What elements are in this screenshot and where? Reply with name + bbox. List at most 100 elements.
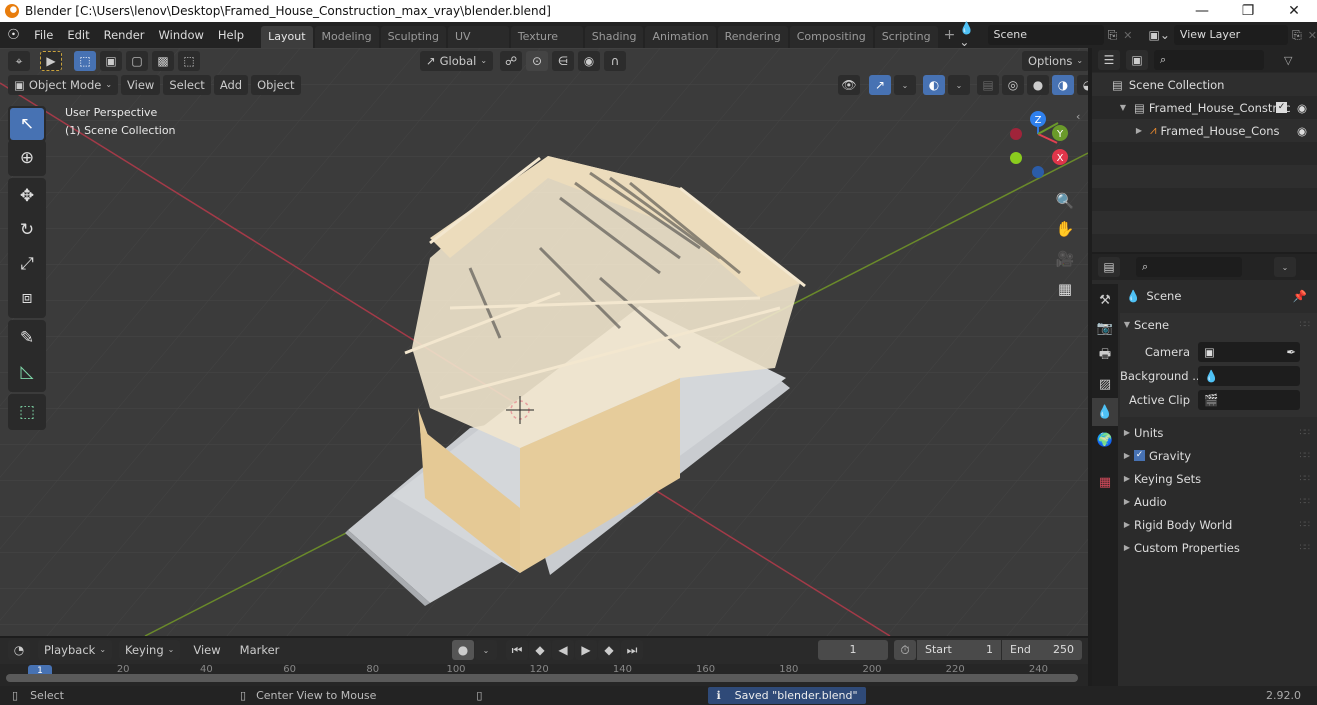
- transform-orientation-dropdown[interactable]: ↗ Global ⌄: [420, 51, 494, 71]
- view-layer-field[interactable]: View Layer: [1173, 25, 1289, 45]
- close-button[interactable]: ✕: [1271, 0, 1317, 22]
- tab-output[interactable]: 🖶: [1092, 342, 1118, 370]
- marker-menu[interactable]: Marker: [234, 640, 286, 660]
- solid-shading-icon[interactable]: ●: [1027, 75, 1049, 95]
- overlays-toggle-icon[interactable]: ◐: [923, 75, 945, 95]
- viewport-menu-add[interactable]: Add: [213, 75, 249, 95]
- snap-toggle-icon[interactable]: ⊙: [526, 51, 549, 71]
- new-scene-icon[interactable]: ⎘: [1108, 28, 1118, 43]
- overlays-dropdown-icon[interactable]: ⌄: [948, 75, 970, 95]
- options-dropdown[interactable]: Options ⌄: [1022, 51, 1088, 71]
- select-mode-intersect-icon[interactable]: ⬚: [178, 51, 200, 71]
- tab-shading[interactable]: Shading: [584, 26, 644, 48]
- select-box-tool[interactable]: ↖: [10, 108, 44, 140]
- display-mode-icon[interactable]: ▣: [1126, 50, 1148, 70]
- tab-render[interactable]: 📷: [1092, 314, 1118, 342]
- tab-layout[interactable]: Layout: [261, 26, 313, 48]
- minimize-button[interactable]: —: [1179, 0, 1225, 22]
- viewport-menu-object[interactable]: Object: [251, 75, 301, 95]
- gizmo-dropdown-icon[interactable]: ⌄: [894, 75, 916, 95]
- xray-toggle-icon[interactable]: ▤: [977, 75, 999, 95]
- view-layer-icon[interactable]: ▣⌄: [1149, 28, 1170, 42]
- current-frame-field[interactable]: 1: [818, 640, 888, 660]
- end-frame-field[interactable]: End 250: [1002, 640, 1082, 660]
- viewport-menu-select[interactable]: Select: [163, 75, 211, 95]
- section-custom-properties[interactable]: ▶ Custom Properties ∷∷: [1120, 536, 1317, 559]
- properties-options-dropdown[interactable]: ⌄: [1274, 257, 1296, 277]
- gravity-checkbox[interactable]: ✓: [1134, 450, 1145, 461]
- rotate-tool[interactable]: ↻: [10, 214, 44, 246]
- blender-menu-icon[interactable]: ☉: [0, 27, 27, 43]
- eye-icon[interactable]: ◉: [1297, 101, 1307, 115]
- editor-type-icon[interactable]: ⌖: [8, 51, 30, 71]
- move-tool[interactable]: ✥: [10, 180, 44, 212]
- menu-edit[interactable]: Edit: [60, 22, 96, 48]
- tab-tool[interactable]: ⚒: [1092, 286, 1118, 314]
- start-frame-field[interactable]: Start 1: [917, 640, 1001, 660]
- exclude-checkbox[interactable]: ✓: [1276, 102, 1287, 113]
- tab-texture-paint[interactable]: Texture Paint: [510, 26, 583, 65]
- active-tool-icon[interactable]: ▶: [40, 51, 62, 71]
- visibility-icon[interactable]: 👁: [838, 75, 860, 95]
- expand-triangle-icon[interactable]: ▶: [1132, 126, 1146, 135]
- outliner-row-scene-collection[interactable]: ▤ Scene Collection: [1092, 73, 1317, 96]
- outliner-search-input[interactable]: ⌕: [1154, 50, 1264, 70]
- timeline-scrollbar[interactable]: [6, 674, 1078, 682]
- expand-triangle-icon[interactable]: ▼: [1116, 103, 1130, 112]
- 3d-viewport[interactable]: Z Y X ⌖ ▶ ⬚ ▣ ▢ ▩ ⬚ ↗ Global ⌄ ☍ ⊙ ⋳ ◉ ∩ O…: [0, 48, 1088, 636]
- tab-sculpting[interactable]: Sculpting: [380, 26, 446, 48]
- select-mode-set-icon[interactable]: ⬚: [74, 51, 96, 71]
- tab-world[interactable]: 🌍: [1092, 426, 1118, 454]
- falloff-icon[interactable]: ∩: [604, 51, 627, 71]
- outliner-editor-type-icon[interactable]: ☰: [1098, 50, 1120, 70]
- play-icon[interactable]: ▶: [575, 640, 597, 660]
- play-reverse-icon[interactable]: ◀: [552, 640, 574, 660]
- timeline-view-menu[interactable]: View: [187, 640, 226, 660]
- ortho-toggle-button[interactable]: ▦: [1052, 276, 1078, 302]
- new-view-layer-icon[interactable]: ⎘: [1292, 28, 1302, 43]
- eye-icon[interactable]: ◉: [1297, 124, 1307, 138]
- tab-view-layer[interactable]: ▨: [1092, 370, 1118, 398]
- scale-tool[interactable]: ⤢: [10, 248, 44, 280]
- camera-field[interactable]: ▣ ✒: [1198, 341, 1300, 362]
- select-mode-extend-icon[interactable]: ▣: [100, 51, 122, 71]
- rendered-shading-icon[interactable]: ◒: [1077, 75, 1088, 95]
- keying-menu[interactable]: Keying ⌄: [119, 640, 181, 660]
- tab-compositing[interactable]: Compositing: [789, 26, 873, 48]
- tab-texture[interactable]: ▦: [1092, 468, 1118, 496]
- auto-keying-dropdown[interactable]: ⌄: [475, 640, 497, 660]
- material-shading-icon[interactable]: ◑: [1052, 75, 1074, 95]
- jump-end-icon[interactable]: ⏭: [621, 640, 643, 660]
- annotate-tool[interactable]: ✎: [10, 322, 44, 354]
- tab-scripting[interactable]: Scripting: [874, 26, 938, 48]
- maximize-button[interactable]: ❐: [1225, 0, 1271, 22]
- jump-start-icon[interactable]: ⏮: [506, 640, 528, 660]
- measure-tool[interactable]: ◺: [10, 356, 44, 388]
- prev-keyframe-icon[interactable]: ◆: [529, 640, 551, 660]
- section-units[interactable]: ▶ Units ∷∷: [1120, 421, 1317, 444]
- select-mode-subtract-icon[interactable]: ▢: [126, 51, 148, 71]
- stopwatch-icon[interactable]: ⏱: [894, 640, 916, 660]
- section-gravity[interactable]: ▶ ✓ Gravity ∷∷: [1120, 444, 1317, 467]
- background-scene-field[interactable]: 💧: [1198, 365, 1300, 386]
- timeline-editor-type-icon[interactable]: ◔: [8, 640, 30, 660]
- properties-search-input[interactable]: ⌕: [1136, 257, 1242, 277]
- section-rigid-body-world[interactable]: ▶ Rigid Body World ∷∷: [1120, 513, 1317, 536]
- scene-field[interactable]: Scene: [987, 25, 1104, 45]
- proportional-edit-icon[interactable]: ◉: [578, 51, 601, 71]
- select-mode-invert-icon[interactable]: ▩: [152, 51, 174, 71]
- add-workspace-button[interactable]: +: [944, 27, 956, 43]
- sidebar-toggle-icon[interactable]: ‹: [1076, 110, 1080, 123]
- cursor-tool[interactable]: ⊕: [10, 142, 44, 174]
- tab-scene[interactable]: 💧: [1092, 398, 1118, 426]
- auto-keying-icon[interactable]: ●: [452, 640, 474, 660]
- tab-rendering[interactable]: Rendering: [717, 26, 788, 48]
- delete-view-layer-icon[interactable]: ✕: [1308, 29, 1317, 42]
- tab-animation[interactable]: Animation: [645, 26, 716, 48]
- active-clip-field[interactable]: 🎬: [1198, 389, 1300, 410]
- next-keyframe-icon[interactable]: ◆: [598, 640, 620, 660]
- scene-selector-icon[interactable]: 💧⌄: [959, 21, 983, 49]
- zoom-view-button[interactable]: 🔍: [1052, 188, 1078, 214]
- viewport-menu-view[interactable]: View: [121, 75, 161, 95]
- snap-target-icon[interactable]: ⋳: [552, 51, 575, 71]
